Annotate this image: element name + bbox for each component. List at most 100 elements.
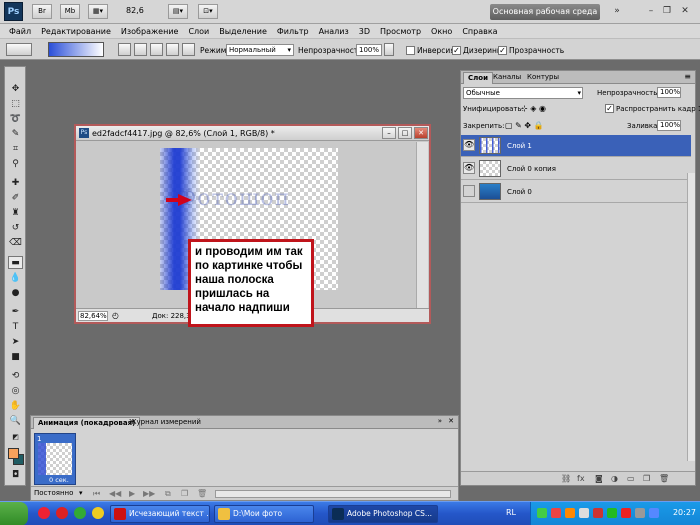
- marquee-tool-icon[interactable]: ⬚: [8, 98, 23, 111]
- gradient-picker[interactable]: [48, 42, 104, 57]
- eraser-tool-icon[interactable]: ⌫: [8, 237, 23, 250]
- bridge-button[interactable]: Br: [32, 4, 52, 19]
- layers-scrollbar[interactable]: [687, 173, 695, 461]
- document-title-bar[interactable]: Ps ed2fadcf4417.jpg @ 82,6% (Слой 1, RGB…: [76, 126, 429, 141]
- menu-help[interactable]: Справка: [457, 27, 502, 36]
- tray-icon[interactable]: [537, 508, 547, 518]
- chevron-down-icon[interactable]: ▾: [79, 489, 83, 497]
- default-colors-icon[interactable]: ◩: [8, 431, 23, 444]
- timeline-scrollbar[interactable]: [215, 490, 451, 498]
- tray-icon[interactable]: [621, 508, 631, 518]
- quicklaunch-icon[interactable]: [56, 507, 68, 519]
- quick-select-tool-icon[interactable]: ✎: [8, 128, 23, 141]
- fill-input[interactable]: 100%: [657, 120, 681, 131]
- first-frame-icon[interactable]: ⏮: [93, 489, 100, 499]
- duplicate-frame-icon[interactable]: ❐: [181, 489, 188, 498]
- tool-preset-picker[interactable]: [6, 43, 32, 56]
- quick-mask-icon[interactable]: ◘: [8, 469, 23, 482]
- start-button[interactable]: [0, 502, 28, 525]
- path-selection-tool-icon[interactable]: ➤: [8, 336, 23, 349]
- menu-view[interactable]: Просмотр: [375, 27, 426, 36]
- restore-icon[interactable]: ❐: [660, 4, 674, 18]
- tray-icon[interactable]: [565, 508, 575, 518]
- layer-row[interactable]: 👁 Слой 0 копия: [461, 158, 691, 180]
- gradient-tool-icon[interactable]: ▬: [8, 256, 23, 269]
- angle-gradient-icon[interactable]: [150, 43, 163, 56]
- quicklaunch-icon[interactable]: [92, 507, 104, 519]
- delete-frame-icon[interactable]: 🗑: [197, 489, 207, 498]
- link-layers-icon[interactable]: ⛓: [561, 474, 571, 483]
- play-icon[interactable]: ▶: [129, 489, 135, 498]
- tray-icon[interactable]: [579, 508, 589, 518]
- foreground-color-swatch[interactable]: [8, 448, 19, 459]
- layer-opacity-input[interactable]: 100%: [657, 87, 681, 98]
- minibridge-button[interactable]: Mb: [60, 4, 80, 19]
- 3d-rotate-tool-icon[interactable]: ⟲: [8, 370, 23, 383]
- reflected-gradient-icon[interactable]: [166, 43, 179, 56]
- tray-icon[interactable]: [551, 508, 561, 518]
- opacity-slider-toggle[interactable]: [384, 43, 394, 56]
- menu-layers[interactable]: Слои: [183, 27, 214, 36]
- minimize-icon[interactable]: –: [644, 4, 658, 18]
- animation-frame[interactable]: 1 0 сек.: [34, 433, 76, 485]
- menu-image[interactable]: Изображение: [116, 27, 184, 36]
- tab-channels[interactable]: Каналы: [489, 72, 525, 84]
- menu-3d[interactable]: 3D: [354, 27, 375, 36]
- layer-mask-icon[interactable]: ◙: [595, 474, 603, 483]
- panel-menu-icon[interactable]: ≡: [684, 72, 691, 81]
- radial-gradient-icon[interactable]: [134, 43, 147, 56]
- tray-icon[interactable]: [593, 508, 603, 518]
- blend-mode-select[interactable]: Обычные ▾: [463, 87, 583, 99]
- transparency-checkbox[interactable]: ✓: [498, 46, 507, 55]
- status-options-icon[interactable]: ◴: [112, 311, 119, 320]
- layer-style-icon[interactable]: fx: [577, 474, 585, 483]
- panel-collapse-icon[interactable]: »: [438, 417, 442, 425]
- arrange-documents-button[interactable]: ▤▾: [168, 4, 188, 19]
- move-tool-icon[interactable]: ✥: [8, 83, 23, 96]
- delete-layer-icon[interactable]: 🗑: [659, 474, 669, 483]
- taskbar-item-explorer[interactable]: D:\Мои фото: [214, 505, 314, 523]
- visibility-eye-icon[interactable]: 👁: [463, 139, 475, 151]
- new-group-icon[interactable]: ▭: [627, 474, 635, 483]
- view-extras-button[interactable]: ▦▾: [88, 4, 108, 19]
- quicklaunch-icon[interactable]: [38, 507, 50, 519]
- 3d-camera-tool-icon[interactable]: ◎: [8, 385, 23, 398]
- frame-delay[interactable]: 0 сек.: [49, 476, 69, 484]
- lasso-tool-icon[interactable]: ➰: [8, 113, 23, 126]
- zoom-tool-icon[interactable]: 🔍: [8, 415, 23, 428]
- history-brush-tool-icon[interactable]: ↺: [8, 222, 23, 235]
- linear-gradient-icon[interactable]: [118, 43, 131, 56]
- crop-tool-icon[interactable]: ⌗: [8, 143, 23, 156]
- document-scrollbar[interactable]: [416, 142, 428, 308]
- zoom-level[interactable]: 82,6: [126, 6, 144, 15]
- mode-select[interactable]: Нормальный ▾: [226, 44, 294, 56]
- workspace-switcher[interactable]: Основная рабочая среда: [490, 4, 600, 20]
- workspace-menu-icon[interactable]: »: [610, 4, 624, 18]
- screen-mode-button[interactable]: ⊡▾: [198, 4, 218, 19]
- menu-window[interactable]: Окно: [426, 27, 457, 36]
- tray-icon[interactable]: [607, 508, 617, 518]
- diamond-gradient-icon[interactable]: [182, 43, 195, 56]
- menu-select[interactable]: Выделение: [214, 27, 272, 36]
- quicklaunch-icon[interactable]: [74, 507, 86, 519]
- clock[interactable]: 20:27: [673, 508, 696, 517]
- tween-icon[interactable]: ⧉: [165, 489, 171, 499]
- tab-measurement-log[interactable]: Журнал измерений: [125, 417, 205, 429]
- opacity-input[interactable]: 100%: [356, 44, 382, 56]
- doc-minimize-button[interactable]: –: [382, 127, 396, 139]
- layer-row[interactable]: Слой 0: [461, 181, 691, 203]
- menu-file[interactable]: Файл: [4, 27, 36, 36]
- brush-tool-icon[interactable]: ✐: [8, 192, 23, 205]
- menu-analysis[interactable]: Анализ: [314, 27, 354, 36]
- doc-close-button[interactable]: ✕: [414, 127, 428, 139]
- visibility-eye-icon[interactable]: 👁: [463, 162, 475, 174]
- blur-tool-icon[interactable]: 💧: [8, 272, 23, 285]
- adjustment-layer-icon[interactable]: ◑: [611, 474, 618, 483]
- tab-paths[interactable]: Контуры: [523, 72, 563, 84]
- menu-filter[interactable]: Фильтр: [272, 27, 314, 36]
- next-frame-icon[interactable]: ▶▶: [143, 489, 155, 498]
- dither-checkbox[interactable]: ✓: [452, 46, 461, 55]
- inverse-checkbox[interactable]: [406, 46, 415, 55]
- eyedropper-tool-icon[interactable]: ⚲: [8, 158, 23, 171]
- tray-icon[interactable]: [649, 508, 659, 518]
